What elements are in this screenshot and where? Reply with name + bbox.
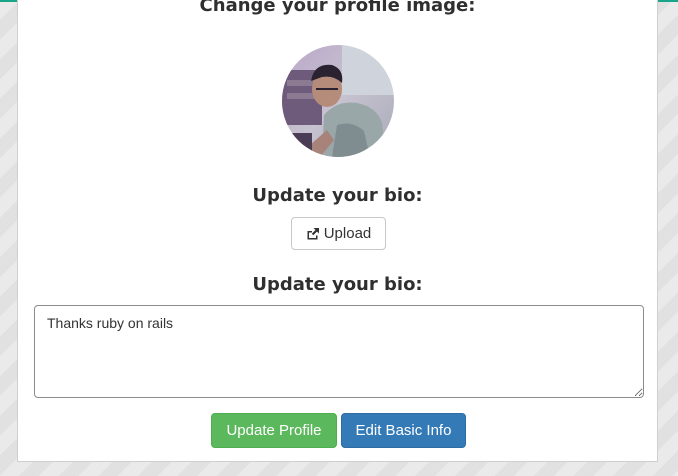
profile-edit-panel: Change your profile image: Update your b… [17,0,658,462]
share-square-icon [306,227,320,241]
upload-button[interactable]: Upload [291,217,386,250]
bio-heading: Update your bio: [252,274,423,295]
avatar[interactable] [282,45,394,157]
bio-textarea[interactable]: Thanks ruby on rails [34,305,644,398]
upload-heading: Update your bio: [252,185,423,206]
profile-image-heading: Change your profile image: [199,0,476,16]
update-profile-button[interactable]: Update Profile [211,413,337,448]
upload-button-label: Upload [323,225,372,242]
edit-basic-info-button[interactable]: Edit Basic Info [341,413,466,448]
